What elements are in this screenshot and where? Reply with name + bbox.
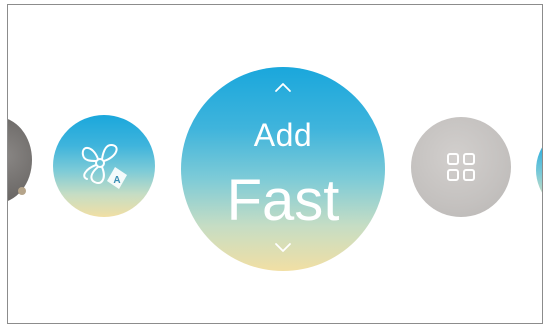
control-carousel: A Add Fast — [7, 4, 543, 324]
svg-text:A: A — [113, 175, 120, 186]
fan-speed-control: Add Fast — [181, 67, 385, 271]
speed-action-label: Add — [253, 117, 313, 153]
chevron-down-icon[interactable] — [273, 242, 293, 254]
previous-control-indicator — [18, 187, 26, 195]
fan-auto-icon: A — [81, 144, 127, 189]
grid-menu-icon — [447, 153, 475, 181]
fan-speed-value: Fast — [226, 168, 340, 233]
previous-control-button[interactable] — [8, 117, 32, 203]
next-control-button[interactable] — [536, 125, 542, 215]
menu-button[interactable] — [411, 117, 511, 217]
fan-auto-button[interactable]: A — [53, 115, 155, 217]
chevron-up-icon[interactable] — [273, 81, 293, 93]
